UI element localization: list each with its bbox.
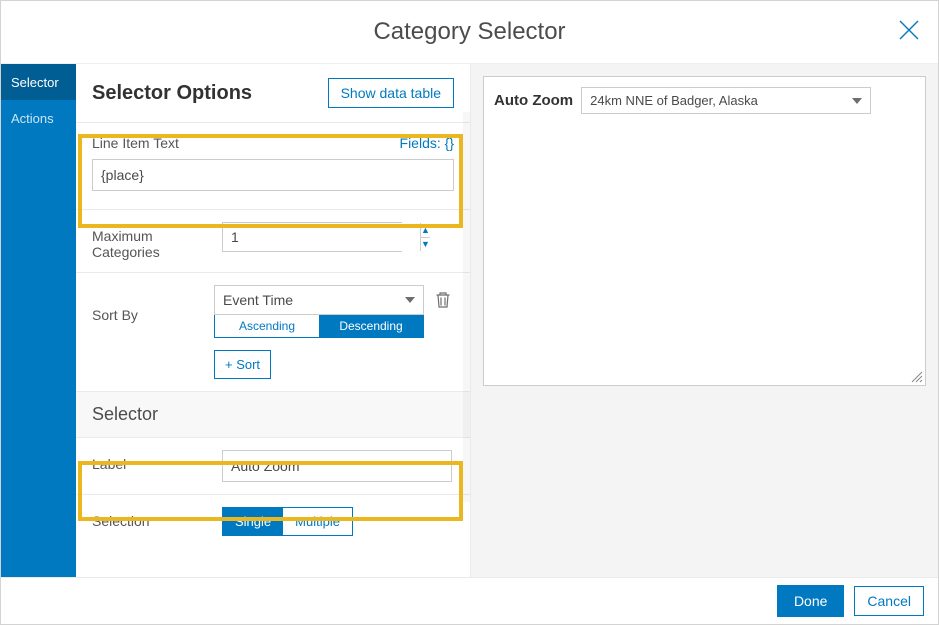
sort-field-value: Event Time <box>223 292 293 308</box>
tab-actions[interactable]: Actions <box>1 100 76 136</box>
chevron-down-icon <box>852 98 862 104</box>
dialog-footer: Done Cancel <box>1 577 938 624</box>
title-bar: Category Selector <box>1 1 938 63</box>
delete-sort-button[interactable] <box>432 285 454 315</box>
chevron-down-icon <box>405 297 415 303</box>
selection-single-button[interactable]: Single <box>223 508 283 535</box>
label-input[interactable] <box>222 450 452 482</box>
tab-selector[interactable]: Selector <box>1 64 76 100</box>
max-categories-row: Maximum Categories ▲ ▼ <box>76 209 470 272</box>
stepper-down-icon[interactable]: ▼ <box>421 238 430 252</box>
preview-card: Auto Zoom 24km NNE of Badger, Alaska <box>483 76 926 386</box>
sort-direction-toggle: Ascending Descending <box>214 315 424 338</box>
preview-panel: Auto Zoom 24km NNE of Badger, Alaska <box>471 64 938 577</box>
preview-dropdown[interactable]: 24km NNE of Badger, Alaska <box>581 87 871 114</box>
config-panel: Selector Options Show data table Line It… <box>76 64 471 577</box>
max-categories-label: Maximum Categories <box>92 222 222 260</box>
dialog-body: Selector Actions Selector Options Show d… <box>1 63 938 577</box>
sort-by-row: Sort By Event Time Ascendi <box>76 272 470 391</box>
selection-row: Selection Single Multiple <box>76 494 470 548</box>
sort-desc-button[interactable]: Descending <box>319 315 423 337</box>
selection-toggle: Single Multiple <box>222 507 353 536</box>
selector-subheader: Selector <box>76 391 470 437</box>
dialog-title: Category Selector <box>373 18 565 46</box>
max-categories-stepper[interactable]: ▲ ▼ <box>222 222 402 252</box>
preview-dropdown-value: 24km NNE of Badger, Alaska <box>590 93 758 108</box>
fields-link[interactable]: Fields: {} <box>400 135 454 151</box>
scrollbar[interactable] <box>463 112 470 502</box>
category-selector-modal: Category Selector Selector Actions Selec… <box>0 0 939 625</box>
side-tabs: Selector Actions <box>1 64 76 577</box>
preview-label: Auto Zoom <box>494 92 573 109</box>
options-heading: Selector Options <box>92 82 252 105</box>
label-field-label: Label <box>92 450 222 472</box>
label-row: Label <box>76 437 470 494</box>
done-button[interactable]: Done <box>777 585 844 617</box>
stepper-up-icon[interactable]: ▲ <box>421 223 430 238</box>
show-data-table-button[interactable]: Show data table <box>328 78 454 108</box>
resize-grip-icon[interactable] <box>911 371 923 383</box>
trash-icon <box>435 291 451 309</box>
sort-by-label: Sort By <box>92 285 214 323</box>
line-item-text-label: Line Item Text <box>92 135 179 151</box>
line-item-text-section: Line Item Text Fields: {} <box>76 122 470 209</box>
close-icon <box>897 18 921 42</box>
close-button[interactable] <box>894 15 924 45</box>
sort-field-select[interactable]: Event Time <box>214 285 424 315</box>
line-item-text-input[interactable] <box>92 159 454 191</box>
selection-label: Selection <box>92 507 222 529</box>
selection-multiple-button[interactable]: Multiple <box>283 508 352 535</box>
cancel-button[interactable]: Cancel <box>854 586 924 616</box>
sort-asc-button[interactable]: Ascending <box>215 315 319 337</box>
add-sort-button[interactable]: + Sort <box>214 350 271 379</box>
max-categories-input[interactable] <box>223 223 420 251</box>
